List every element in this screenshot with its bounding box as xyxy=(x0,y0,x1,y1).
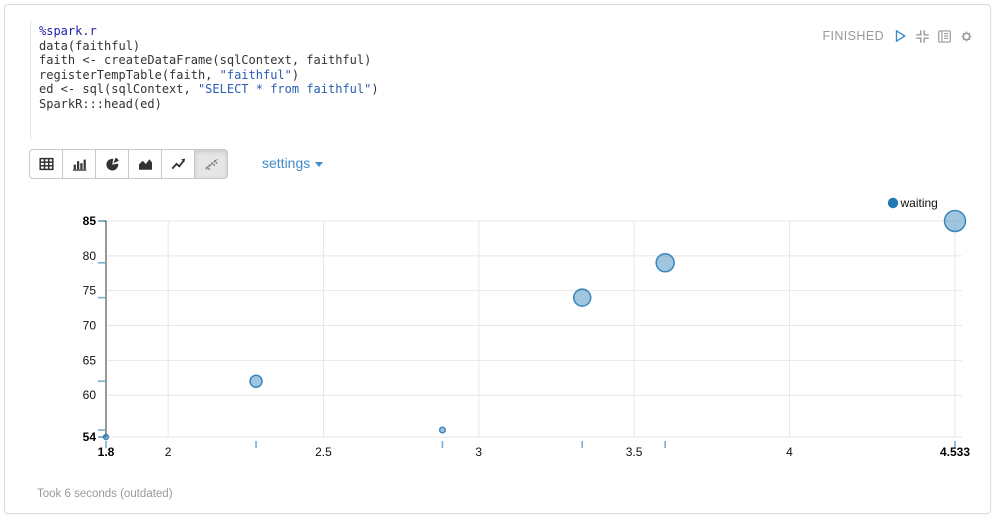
y-axis-tick-label: 70 xyxy=(83,319,97,333)
x-axis-tick-label: 4.533 xyxy=(940,445,970,459)
notebook-paragraph: %spark.rdata(faithful)faith <- createDat… xyxy=(4,4,991,514)
x-axis-tick-label: 3 xyxy=(475,445,482,459)
line-chart-icon xyxy=(170,156,187,172)
data-point[interactable] xyxy=(945,211,966,232)
x-axis-tick-label: 4 xyxy=(786,445,793,459)
execution-time: Took 6 seconds (outdated) xyxy=(37,488,173,500)
settings-toggle[interactable]: settings xyxy=(262,155,323,171)
table-icon xyxy=(38,156,55,172)
x-axis-tick-label: 2.5 xyxy=(315,445,332,459)
legend-label: waiting xyxy=(900,196,938,210)
code-token: data(faithful) xyxy=(39,39,140,53)
code-token: "SELECT * from faithful" xyxy=(198,82,371,96)
area-chart-icon xyxy=(137,156,154,172)
caret-down-icon xyxy=(315,162,323,167)
data-point[interactable] xyxy=(574,289,591,306)
play-icon[interactable] xyxy=(892,28,908,44)
code-line: SparkR:::head(ed) xyxy=(39,97,730,112)
data-point[interactable] xyxy=(250,375,262,387)
x-axis-tick-label: 2 xyxy=(165,445,172,459)
code-editor[interactable]: %spark.rdata(faithful)faith <- createDat… xyxy=(30,21,730,139)
y-axis-tick-label: 75 xyxy=(83,284,97,298)
y-axis-tick-label: 65 xyxy=(83,353,97,367)
x-axis-tick-label: 1.8 xyxy=(98,445,115,459)
y-axis-tick-label: 80 xyxy=(83,249,97,263)
x-axis-tick-label: 3.5 xyxy=(626,445,643,459)
table-button[interactable] xyxy=(29,149,63,179)
legend-swatch[interactable] xyxy=(888,198,898,208)
code-token: "faithful" xyxy=(220,68,292,82)
code-token: faith <- createDataFrame(sqlContext, fai… xyxy=(39,53,371,67)
code-token: %spark.r xyxy=(39,24,97,38)
code-line: data(faithful) xyxy=(39,39,730,54)
code-token: registerTempTable(faith, xyxy=(39,68,220,82)
code-token: ) xyxy=(371,82,378,96)
visualization-toolbar xyxy=(29,149,228,179)
bar-chart-icon xyxy=(71,156,88,172)
pie-chart-button[interactable] xyxy=(95,149,129,179)
scatter-chart-icon xyxy=(203,156,220,172)
y-axis-tick-label: 60 xyxy=(83,388,97,402)
code-line: registerTempTable(faith, "faithful") xyxy=(39,68,730,83)
y-axis-tick-label: 54 xyxy=(83,430,97,444)
data-point[interactable] xyxy=(104,435,109,440)
data-point[interactable] xyxy=(656,254,674,272)
paragraph-controls xyxy=(892,28,974,44)
code-token: ) xyxy=(292,68,299,82)
compress-icon[interactable] xyxy=(915,29,930,44)
gear-icon[interactable] xyxy=(959,29,974,44)
y-axis-tick-label: 85 xyxy=(83,214,97,228)
code-line: %spark.r xyxy=(39,24,730,39)
settings-label: settings xyxy=(262,155,310,171)
status-label: FINISHED xyxy=(822,29,884,43)
code-token: SparkR:::head(ed) xyxy=(39,97,162,111)
code-line: faith <- createDataFrame(sqlContext, fai… xyxy=(39,53,730,68)
bar-chart-button[interactable] xyxy=(62,149,96,179)
book-icon[interactable] xyxy=(937,29,952,44)
data-point[interactable] xyxy=(440,427,446,433)
scatter-chart-button[interactable] xyxy=(194,149,228,179)
area-chart-button[interactable] xyxy=(128,149,162,179)
scatter-chart: 1.8 2 2.5 3 3.5 4 4.533 54 60 65 70 75 80 85 waiting xyxy=(13,190,983,465)
pie-chart-icon xyxy=(104,156,121,172)
line-chart-button[interactable] xyxy=(161,149,195,179)
code-line: ed <- sql(sqlContext, "SELECT * from fai… xyxy=(39,82,730,97)
chart-area: 1.8 2 2.5 3 3.5 4 4.533 54 60 65 70 75 80 85 waiting xyxy=(13,190,983,465)
code-token: ed <- sql(sqlContext, xyxy=(39,82,198,96)
paragraph-status-bar: FINISHED xyxy=(822,28,974,44)
